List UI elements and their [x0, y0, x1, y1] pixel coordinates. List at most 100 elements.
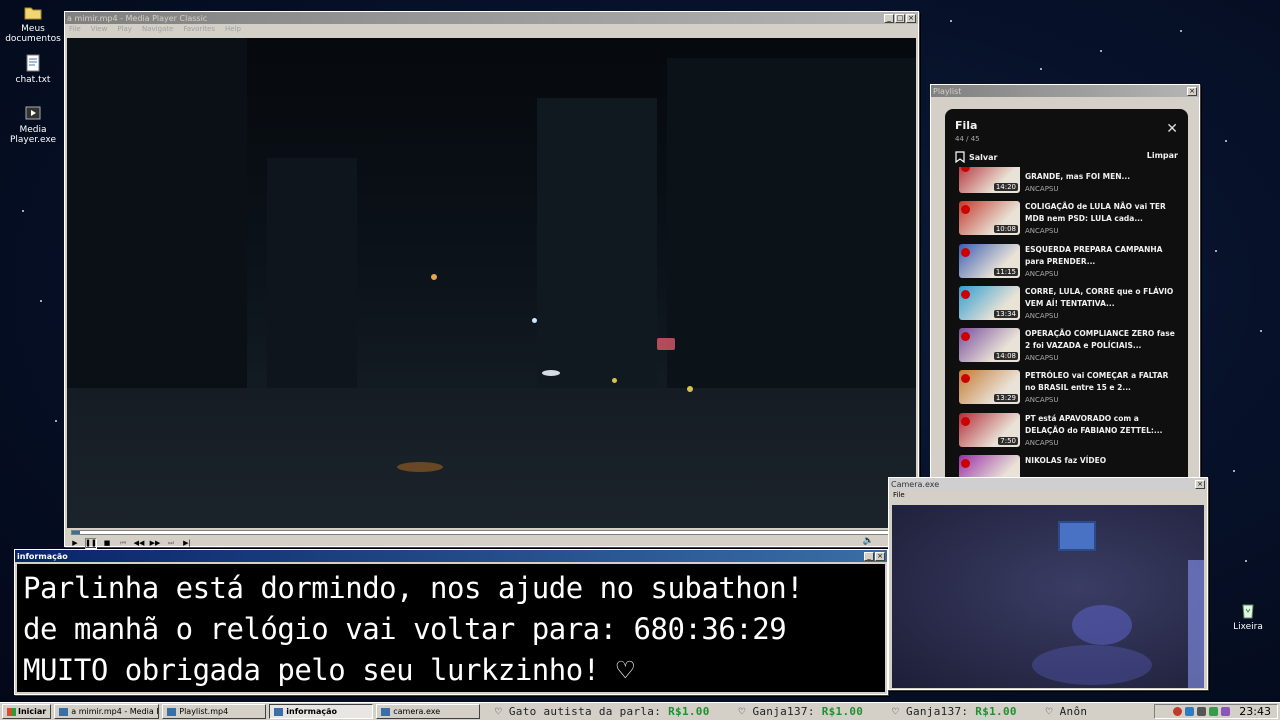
- queue-item[interactable]: 13:29 PETRÓLEO vai COMEÇAR a FALTAR no BR…: [945, 370, 1188, 412]
- channel-name: ANCAPSU: [1025, 396, 1059, 405]
- queue-title: Fila: [955, 119, 978, 132]
- channel-name: ANCAPSU: [1025, 354, 1059, 363]
- stop-icon[interactable]: ■: [101, 538, 113, 549]
- task-camera[interactable]: camera.exe: [376, 704, 481, 719]
- record-icon[interactable]: [1173, 707, 1183, 716]
- video-duration: 13:29: [993, 394, 1018, 403]
- video-title[interactable]: OPERAÇÃO COMPLIANCE ZERO fase 2 foi VAZA…: [1025, 328, 1176, 352]
- seek-bar[interactable]: [71, 530, 914, 535]
- task-media-player[interactable]: a mimir.mp4 - Media Playe...: [54, 704, 160, 719]
- frame-step-icon[interactable]: ▶|: [181, 538, 193, 549]
- info-titlebar[interactable]: informação _ ×: [15, 550, 887, 562]
- channel-name: ANCAPSU: [1025, 269, 1059, 278]
- video-thumbnail[interactable]: 14:20: [959, 167, 1020, 193]
- pause-icon[interactable]: ❚❚: [85, 537, 97, 549]
- task-info[interactable]: informação: [269, 704, 374, 719]
- clock: 23:43: [1239, 705, 1271, 718]
- desktop-icon-chat[interactable]: chat.txt: [0, 53, 66, 85]
- desktop-icon-documents[interactable]: Meus documentos: [0, 2, 66, 44]
- maximize-button[interactable]: □: [895, 13, 905, 23]
- folder-icon: [24, 7, 42, 20]
- window-title: a mimir.mp4 - Media Player Classic: [67, 13, 208, 23]
- previous-icon[interactable]: ⏮: [117, 538, 129, 549]
- ticker-item: ♡ Ganja137: R$1.00: [738, 705, 864, 718]
- ticker-item: ♡ Anôn: [1045, 705, 1088, 718]
- close-button[interactable]: ×: [1195, 479, 1205, 489]
- fast-forward-icon[interactable]: ▶▶: [149, 538, 161, 549]
- close-button[interactable]: ×: [1187, 86, 1197, 96]
- playlist-titlebar[interactable]: Playlist ×: [931, 85, 1199, 97]
- camera-window: Camera.exe × File: [888, 477, 1208, 690]
- video-thumbnail[interactable]: 13:29: [959, 370, 1020, 405]
- volume-icon[interactable]: [1197, 707, 1207, 716]
- desktop-icon-recycle-bin[interactable]: Lixeira: [1215, 600, 1280, 632]
- save-button[interactable]: Salvar: [955, 151, 997, 163]
- minimize-button[interactable]: _: [884, 13, 894, 23]
- media-player-window: a mimir.mp4 - Media Player Classic _ □ ×…: [64, 11, 919, 549]
- info-line: de manhã o relógio vai voltar para: 680:…: [23, 612, 787, 646]
- taskbar: Iniciar a mimir.mp4 - Media Playe... Pla…: [0, 702, 1280, 720]
- video-title[interactable]: CORRE, LULA, CORRE que o FLÁVIO VEM AÍ! …: [1025, 286, 1176, 310]
- window-icon: [274, 707, 284, 716]
- video-title[interactable]: PT está APAVORADO com a DELAÇÃO do FABIA…: [1025, 413, 1176, 437]
- security-icon[interactable]: [1209, 707, 1219, 716]
- media-player-icon: [25, 106, 41, 120]
- desktop-icon-media-player[interactable]: Media Player.exe: [0, 103, 66, 145]
- donation-ticker: ♡ Gato autista da parla: R$1.00 ♡ Ganja1…: [495, 705, 1153, 719]
- video-thumbnail[interactable]: 11:15: [959, 243, 1020, 278]
- camera-feed: [892, 505, 1204, 688]
- menu-file[interactable]: File: [69, 25, 81, 33]
- menu-navigate[interactable]: Navigate: [142, 25, 173, 33]
- clear-button[interactable]: Limpar: [1147, 151, 1178, 163]
- video-title[interactable]: PETRÓLEO vai COMEÇAR a FALTAR no BRASIL …: [1025, 370, 1176, 394]
- volume-icon[interactable]: 🔈: [863, 536, 874, 546]
- info-line: Parlinha está dormindo, nos ajude no sub…: [23, 571, 804, 605]
- close-button[interactable]: ×: [875, 551, 885, 561]
- next-icon[interactable]: ⏭: [165, 538, 177, 549]
- video-thumbnail[interactable]: 13:34: [959, 285, 1020, 320]
- queue-item[interactable]: 10:08 COLIGAÇÃO de LULA NÃO vai TER MDB n…: [945, 201, 1188, 243]
- playlist-window: Playlist × Fila 44 / 45 ✕ Salvar Limpar …: [930, 84, 1200, 481]
- close-icon[interactable]: ✕: [1166, 121, 1178, 137]
- menu-view[interactable]: View: [91, 25, 108, 33]
- minimize-button[interactable]: _: [864, 551, 874, 561]
- queue-item[interactable]: 13:34 CORRE, LULA, CORRE que o FLÁVIO VEM…: [945, 285, 1188, 328]
- video-thumbnail[interactable]: 10:08: [959, 201, 1020, 236]
- queue-list: 14:20 PROTESTO "NO KINGS" foi MUITO GRAND…: [945, 167, 1188, 481]
- queue-item[interactable]: 11:15 ESQUERDA PREPARA CAMPANHA para PREN…: [945, 243, 1188, 286]
- menu-favorites[interactable]: Favorites: [183, 25, 215, 33]
- channel-badge-icon: [961, 459, 970, 469]
- network-icon[interactable]: [1185, 707, 1195, 716]
- queue-item[interactable]: 7:50 PT está APAVORADO com a DELAÇÃO do F…: [945, 412, 1188, 455]
- menu-help[interactable]: Help: [225, 25, 241, 33]
- video-title[interactable]: PROTESTO "NO KINGS" foi MUITO GRANDE, ma…: [1025, 167, 1176, 183]
- video-thumbnail[interactable]: 14:08: [959, 328, 1020, 363]
- app-icon[interactable]: [1221, 707, 1231, 716]
- channel-badge-icon: [961, 167, 970, 172]
- video-title[interactable]: NIKOLAS faz VÍDEO: [1025, 455, 1176, 467]
- menu-file[interactable]: File: [893, 491, 905, 499]
- camera-titlebar[interactable]: Camera.exe ×: [889, 478, 1207, 490]
- queue-item[interactable]: 14:20 PROTESTO "NO KINGS" foi MUITO GRAND…: [945, 167, 1188, 201]
- video-thumbnail[interactable]: 7:50: [959, 412, 1020, 447]
- rewind-icon[interactable]: ◀◀: [133, 538, 145, 549]
- start-button[interactable]: Iniciar: [2, 704, 52, 719]
- text-file-icon: [26, 54, 40, 72]
- video-duration: 13:34: [993, 309, 1018, 318]
- channel-badge-icon: [961, 289, 970, 299]
- media-player-icon: [59, 707, 69, 716]
- queue-item[interactable]: 14:08 OPERAÇÃO COMPLIANCE ZERO fase 2 foi…: [945, 328, 1188, 370]
- menu-play[interactable]: Play: [117, 25, 132, 33]
- seek-position[interactable]: [72, 531, 81, 534]
- queue-count: 44 / 45: [955, 135, 980, 143]
- video-frame[interactable]: [67, 38, 916, 528]
- play-icon[interactable]: ▶: [69, 538, 81, 549]
- video-title[interactable]: COLIGAÇÃO de LULA NÃO vai TER MDB nem PS…: [1025, 201, 1176, 225]
- media-player-titlebar[interactable]: a mimir.mp4 - Media Player Classic _ □ ×: [65, 12, 918, 24]
- queue-panel: Fila 44 / 45 ✕ Salvar Limpar 14:20 PROTES…: [945, 109, 1188, 481]
- camera-menu-bar: File: [889, 490, 1207, 500]
- close-button[interactable]: ×: [906, 13, 916, 23]
- video-title[interactable]: ESQUERDA PREPARA CAMPANHA para PRENDER..…: [1025, 244, 1176, 268]
- task-playlist[interactable]: Playlist.mp4: [162, 704, 267, 719]
- channel-badge-icon: [961, 332, 970, 342]
